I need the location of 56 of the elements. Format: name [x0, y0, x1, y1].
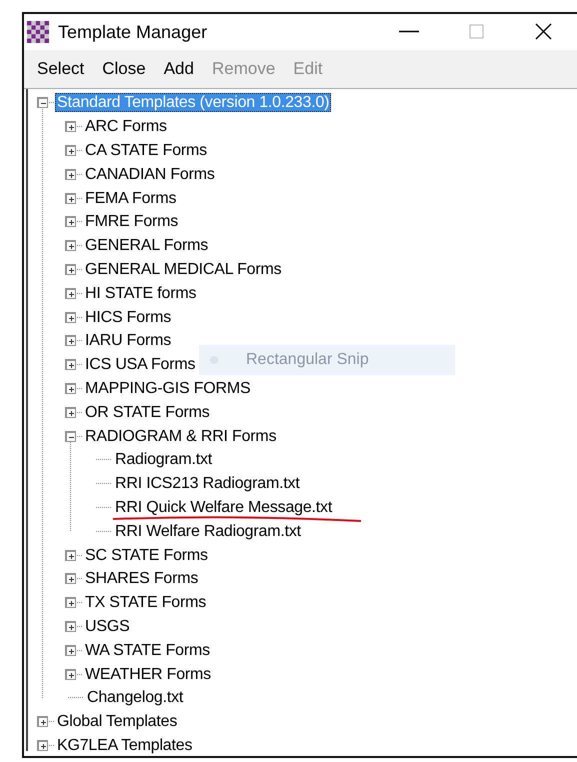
tree-item[interactable]: Changelog.txt [85, 688, 186, 708]
expand-icon[interactable] [65, 573, 76, 584]
expand-icon[interactable] [65, 288, 76, 299]
expand-icon[interactable] [65, 550, 76, 561]
tree-item[interactable]: Global Templates [55, 712, 180, 732]
tree-item[interactable]: GENERAL Forms [83, 236, 210, 256]
tree-item[interactable]: CANADIAN Forms [83, 164, 217, 184]
expand-icon[interactable] [37, 716, 48, 728]
tree-item[interactable]: GENERAL MEDICAL Forms [83, 260, 284, 279]
expand-icon[interactable] [65, 312, 76, 323]
tree-item[interactable]: IARU Forms [83, 331, 174, 350]
expand-icon[interactable] [37, 740, 48, 751]
tree-item[interactable]: HICS Forms [83, 308, 174, 327]
tree-item[interactable]: MAPPING-GIS FORMS [83, 378, 252, 398]
expand-icon[interactable] [65, 620, 76, 632]
tree-item[interactable]: RRI Quick Welfare Message.txt [113, 498, 334, 517]
tree-item[interactable]: RRI ICS213 Radiogram.txt [113, 474, 302, 494]
tooltip-text: Rectangular Snip [246, 351, 369, 369]
expand-icon[interactable] [65, 192, 76, 204]
tree-item[interactable]: WEATHER Forms [83, 664, 213, 684]
expand-icon[interactable] [65, 144, 76, 156]
tree-item[interactable]: CA STATE Forms [83, 140, 209, 160]
collapse-icon[interactable] [37, 97, 48, 108]
tree-item[interactable]: KG7LEA Templates [55, 736, 194, 755]
expand-icon[interactable] [65, 359, 76, 370]
expand-icon[interactable] [65, 668, 76, 680]
menu-item[interactable]: Add [154, 54, 203, 84]
menu-item[interactable]: Select [28, 54, 94, 84]
expand-icon[interactable] [65, 406, 76, 418]
expand-icon[interactable] [65, 168, 76, 180]
tree-item[interactable]: TX STATE Forms [83, 593, 208, 612]
expand-icon[interactable] [65, 216, 76, 228]
tree-item[interactable]: USGS [83, 616, 132, 636]
tree-item[interactable]: OR STATE Forms [83, 402, 212, 422]
collapse-icon[interactable] [65, 430, 76, 442]
expand-icon[interactable] [65, 240, 76, 252]
tree-item[interactable]: ICS USA Forms [83, 355, 198, 374]
expand-icon[interactable] [65, 644, 76, 656]
expand-icon[interactable] [65, 335, 76, 346]
menu-item[interactable]: Close [93, 54, 155, 84]
window-title: Template Manager [58, 22, 208, 42]
tree-item[interactable]: Radiogram.txt [113, 450, 214, 470]
tree-item[interactable]: WA STATE Forms [83, 640, 212, 660]
tree-item[interactable]: RRI Welfare Radiogram.txt [113, 522, 303, 541]
tree-item[interactable]: SHARES Forms [83, 569, 200, 588]
tree-item[interactable]: SC STATE Forms [83, 546, 210, 565]
app-logo-icon [27, 21, 49, 43]
tree-item[interactable]: RADIOGRAM & RRI Forms [83, 426, 278, 446]
expand-icon[interactable] [65, 121, 76, 132]
expand-icon[interactable] [65, 597, 76, 608]
tree-item[interactable]: ARC Forms [83, 117, 169, 136]
tree-item[interactable]: FMRE Forms [83, 212, 180, 232]
expand-icon[interactable] [65, 264, 76, 275]
tree-item[interactable]: HI STATE forms [83, 284, 198, 303]
tree-item[interactable]: FEMA Forms [83, 188, 178, 208]
expand-icon[interactable] [65, 382, 76, 394]
